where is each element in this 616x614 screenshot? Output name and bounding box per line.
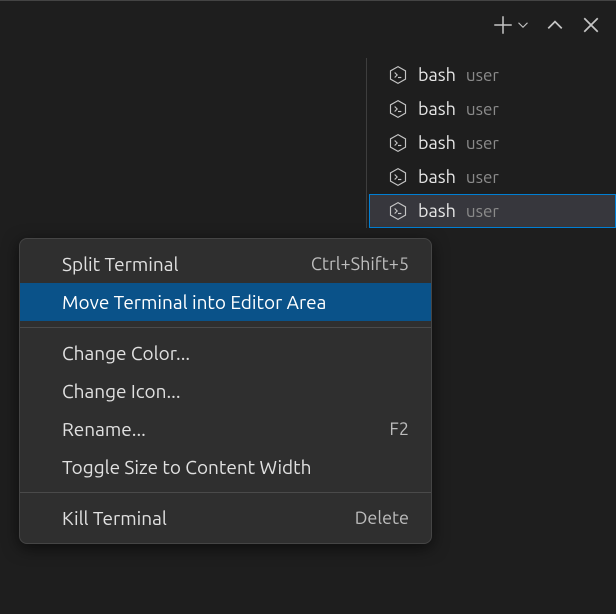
menu-item-shortcut: Delete (355, 508, 409, 528)
terminal-icon (388, 99, 408, 119)
menu-item[interactable]: Change Color... (20, 334, 431, 372)
terminal-icon (388, 167, 408, 187)
chevron-down-icon (517, 19, 529, 31)
menu-item[interactable]: Rename... F2 (20, 410, 431, 448)
menu-item-shortcut: F2 (389, 419, 409, 439)
menu-item-label: Change Icon... (62, 380, 181, 402)
terminal-user-label: user (466, 100, 499, 119)
terminal-user-label: user (466, 134, 499, 153)
maximize-panel-button[interactable] (544, 14, 566, 36)
menu-item-label: Rename... (62, 418, 146, 440)
terminal-icon (388, 133, 408, 153)
terminal-tab[interactable]: bash user (369, 92, 616, 126)
close-panel-button[interactable] (580, 14, 602, 36)
menu-item-label: Toggle Size to Content Width (62, 456, 312, 478)
terminal-shell-name: bash (418, 99, 456, 119)
terminal-user-label: user (466, 66, 499, 85)
terminal-tab[interactable]: bash user (369, 58, 616, 92)
menu-item-shortcut: Ctrl+Shift+5 (311, 254, 409, 274)
terminal-shell-name: bash (418, 133, 456, 153)
menu-item-label: Move Terminal into Editor Area (62, 291, 326, 313)
menu-item[interactable]: Toggle Size to Content Width (20, 448, 431, 486)
menu-separator (20, 492, 431, 493)
terminal-tab[interactable]: bash user (369, 160, 616, 194)
chevron-up-icon (546, 16, 564, 34)
new-terminal-group (492, 14, 530, 36)
terminal-shell-name: bash (418, 65, 456, 85)
terminal-user-label: user (466, 168, 499, 187)
terminal-icon (388, 65, 408, 85)
terminal-tab[interactable]: bash user (369, 194, 616, 228)
launch-profile-button[interactable] (516, 14, 530, 36)
menu-item[interactable]: Split Terminal Ctrl+Shift+5 (20, 245, 431, 283)
menu-separator (20, 327, 431, 328)
terminal-shell-name: bash (418, 201, 456, 221)
panel-actions (492, 14, 602, 36)
menu-item-label: Kill Terminal (62, 507, 167, 529)
terminal-context-menu: Split Terminal Ctrl+Shift+5 Move Terminal … (19, 238, 432, 544)
menu-item[interactable]: Kill Terminal Delete (20, 499, 431, 537)
panel-top-border (0, 0, 616, 1)
terminal-shell-name: bash (418, 167, 456, 187)
menu-item-label: Change Color... (62, 342, 190, 364)
close-icon (582, 16, 600, 34)
menu-item[interactable]: Move Terminal into Editor Area (20, 283, 431, 321)
plus-icon (493, 15, 513, 35)
new-terminal-button[interactable] (492, 14, 514, 36)
terminal-tab[interactable]: bash user (369, 126, 616, 160)
terminal-user-label: user (466, 202, 499, 221)
menu-item[interactable]: Change Icon... (20, 372, 431, 410)
menu-item-label: Split Terminal (62, 253, 178, 275)
terminal-tabs-list: bash user bash user bash user bash user bash user (366, 58, 616, 228)
terminal-icon (388, 201, 408, 221)
